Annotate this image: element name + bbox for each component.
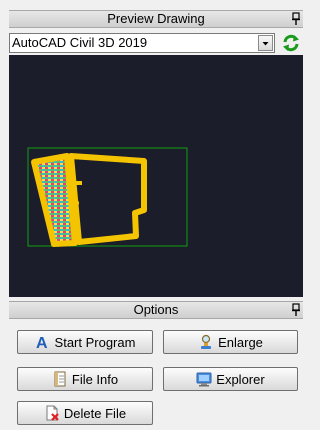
preview-drawing-title: Preview Drawing — [107, 11, 205, 26]
drawing-preview[interactable] — [9, 55, 303, 297]
start-program-label: Start Program — [54, 334, 136, 350]
file-info-label: File Info — [71, 371, 119, 387]
explorer-button[interactable]: Explorer — [163, 367, 298, 391]
explorer-label: Explorer — [216, 371, 265, 387]
magnify-icon — [198, 334, 214, 350]
chevron-down-icon[interactable] — [258, 35, 273, 51]
refresh-button[interactable] — [281, 33, 301, 53]
version-select[interactable]: AutoCAD Civil 3D 2019 — [9, 33, 275, 53]
preview-drawing-header: Preview Drawing — [9, 10, 303, 28]
enlarge-label: Enlarge — [218, 334, 263, 350]
delete-file-icon — [44, 405, 60, 421]
explorer-icon — [196, 371, 212, 387]
pin-icon[interactable] — [291, 12, 301, 26]
start-program-button[interactable]: A Start Program — [17, 330, 153, 354]
options-title: Options — [133, 302, 179, 317]
delete-file-button[interactable]: Delete File — [17, 401, 153, 425]
pin-icon[interactable] — [291, 303, 301, 317]
document-icon — [52, 371, 68, 387]
version-select-value: AutoCAD Civil 3D 2019 — [12, 35, 148, 50]
file-info-button[interactable]: File Info — [17, 367, 153, 391]
version-select-row: AutoCAD Civil 3D 2019 — [9, 31, 303, 55]
refresh-icon — [283, 34, 299, 52]
svg-text:A: A — [36, 335, 48, 350]
drawing-preview-image — [27, 147, 188, 247]
enlarge-button[interactable]: Enlarge — [163, 330, 298, 354]
autocad-a-icon: A — [35, 334, 51, 350]
options-header: Options — [9, 301, 303, 319]
autocad-preview-window: { "preview_panel": { "title": "Preview D… — [0, 0, 303, 430]
delete-file-label: Delete File — [63, 405, 127, 421]
